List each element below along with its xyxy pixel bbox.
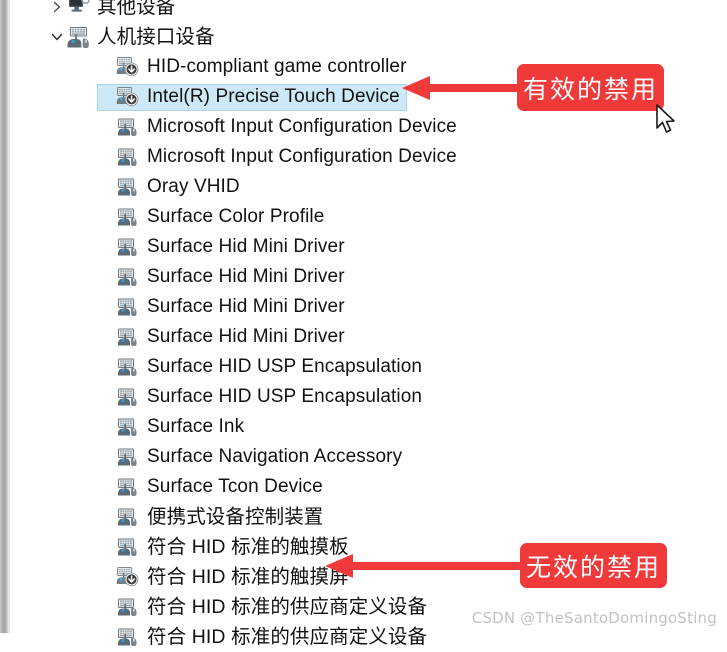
- tree-row-label: Surface Color Profile: [147, 206, 325, 227]
- tree-row[interactable]: Surface HID USP Encapsulation: [10, 382, 422, 412]
- hid-device-icon: [116, 205, 140, 229]
- tree-row-label: Surface Hid Mini Driver: [147, 326, 345, 347]
- tree-row-label: Microsoft Input Configuration Device: [147, 116, 457, 137]
- tree-row-label: Surface Hid Mini Driver: [147, 236, 345, 257]
- callout-top-text: 有效的禁用: [522, 75, 658, 104]
- tree-row-label: 符合 HID 标准的触摸屏: [147, 566, 349, 588]
- chevron-down-icon[interactable]: [48, 22, 66, 52]
- tree-row[interactable]: 便携式设备控制装置: [10, 502, 323, 532]
- chevron-placeholder: [98, 82, 116, 112]
- tree-row-label: Oray VHID: [147, 176, 240, 197]
- tree-row[interactable]: 符合 HID 标准的供应商定义设备: [10, 592, 427, 622]
- hid-device-icon: [116, 235, 140, 259]
- tree-row[interactable]: Oray VHID: [10, 172, 240, 202]
- hid-device-icon: [116, 505, 140, 529]
- tree-row-label: Surface HID USP Encapsulation: [147, 356, 423, 377]
- hid-device-icon: [116, 265, 140, 289]
- tree-row-label: 便携式设备控制装置: [147, 506, 324, 528]
- mouse-pointer-icon: [655, 104, 681, 136]
- chevron-placeholder: [98, 232, 116, 262]
- chevron-placeholder: [98, 322, 116, 352]
- chevron-placeholder: [98, 532, 116, 562]
- tree-row[interactable]: 其他设备: [10, 0, 175, 22]
- chevron-placeholder: [98, 292, 116, 322]
- hid-device-icon: [116, 385, 140, 409]
- tree-row-label: 人机接口设备: [97, 26, 215, 48]
- callout-ineffective-disable: 无效的禁用: [520, 543, 667, 588]
- chevron-placeholder: [98, 262, 116, 292]
- tree-row[interactable]: Intel(R) Precise Touch Device: [10, 82, 400, 112]
- hid-device-icon: [116, 115, 140, 139]
- hid-device-icon: [116, 625, 140, 649]
- hid-device-icon: [116, 145, 140, 169]
- hid-device-icon: [116, 175, 140, 199]
- tree-row[interactable]: Microsoft Input Configuration Device: [10, 112, 457, 142]
- callout-arrow-bottom: [325, 554, 525, 578]
- chevron-placeholder: [98, 592, 116, 622]
- tree-row[interactable]: 符合 HID 标准的触摸屏: [10, 562, 349, 592]
- chevron-placeholder: [98, 382, 116, 412]
- hid-device-disabled-icon: [116, 565, 140, 589]
- tree-row-label: Surface Hid Mini Driver: [147, 266, 345, 287]
- tree-row[interactable]: Surface Hid Mini Driver: [10, 262, 345, 292]
- tree-row-label: Surface Navigation Accessory: [147, 446, 403, 467]
- chevron-placeholder: [98, 202, 116, 232]
- other-device-icon: [66, 0, 90, 19]
- chevron-placeholder: [98, 502, 116, 532]
- watermark-text: CSDN @TheSantoDomingoSting: [471, 609, 717, 627]
- hid-device-icon: [116, 445, 140, 469]
- hid-group-icon: [66, 25, 90, 49]
- chevron-placeholder: [98, 142, 116, 172]
- hid-device-disabled-icon: [116, 55, 140, 79]
- tree-row[interactable]: 符合 HID 标准的触摸板: [10, 532, 349, 562]
- hid-device-icon: [116, 535, 140, 559]
- tree-row[interactable]: Surface Color Profile: [10, 202, 324, 232]
- hid-device-icon: [116, 475, 140, 499]
- tree-row-label: 符合 HID 标准的触摸板: [147, 536, 349, 558]
- hid-device-icon: [116, 295, 140, 319]
- chevron-placeholder: [98, 52, 116, 82]
- chevron-placeholder: [98, 412, 116, 442]
- hid-device-icon: [116, 415, 140, 439]
- chevron-placeholder: [98, 562, 116, 592]
- chevron-placeholder: [98, 622, 116, 652]
- hid-device-icon: [116, 595, 140, 619]
- tree-row-label: 符合 HID 标准的供应商定义设备: [147, 596, 428, 618]
- tree-row-label: Intel(R) Precise Touch Device: [147, 86, 400, 107]
- tree-row[interactable]: Surface Hid Mini Driver: [10, 322, 345, 352]
- tree-row[interactable]: HID-compliant game controller: [10, 52, 407, 82]
- tree-row-label: HID-compliant game controller: [147, 56, 407, 77]
- tree-row-label: 符合 HID 标准的供应商定义设备: [147, 626, 428, 648]
- tree-row[interactable]: Surface Hid Mini Driver: [10, 292, 345, 322]
- tree-row[interactable]: 符合 HID 标准的供应商定义设备: [10, 622, 427, 652]
- tree-row-label: Surface Tcon Device: [147, 476, 323, 497]
- chevron-placeholder: [98, 172, 116, 202]
- tree-row[interactable]: Surface Ink: [10, 412, 244, 442]
- chevron-placeholder: [98, 112, 116, 142]
- callout-effective-disable: 有效的禁用: [517, 64, 664, 111]
- tree-row[interactable]: Surface HID USP Encapsulation: [10, 352, 422, 382]
- hid-device-icon: [116, 355, 140, 379]
- chevron-placeholder: [98, 442, 116, 472]
- tree-row[interactable]: Surface Navigation Accessory: [10, 442, 402, 472]
- tree-row[interactable]: 人机接口设备: [10, 22, 215, 52]
- tree-row-label: Surface HID USP Encapsulation: [147, 386, 423, 407]
- chevron-placeholder: [98, 352, 116, 382]
- tree-row-label: Microsoft Input Configuration Device: [147, 146, 457, 167]
- tree-row-label: 其他设备: [97, 0, 176, 18]
- callout-arrow-top: [402, 76, 522, 100]
- window-left-gutter: [0, 0, 9, 633]
- tree-row[interactable]: Surface Hid Mini Driver: [10, 232, 345, 262]
- tree-row[interactable]: Surface Tcon Device: [10, 472, 323, 502]
- hid-device-icon: [116, 325, 140, 349]
- callout-bottom-text: 无效的禁用: [525, 553, 661, 582]
- tree-row[interactable]: Microsoft Input Configuration Device: [10, 142, 457, 172]
- tree-row-label: Surface Ink: [147, 416, 245, 437]
- chevron-right-icon[interactable]: [48, 0, 66, 22]
- hid-device-disabled-icon: [116, 85, 140, 109]
- tree-row-label: Surface Hid Mini Driver: [147, 296, 345, 317]
- chevron-placeholder: [98, 472, 116, 502]
